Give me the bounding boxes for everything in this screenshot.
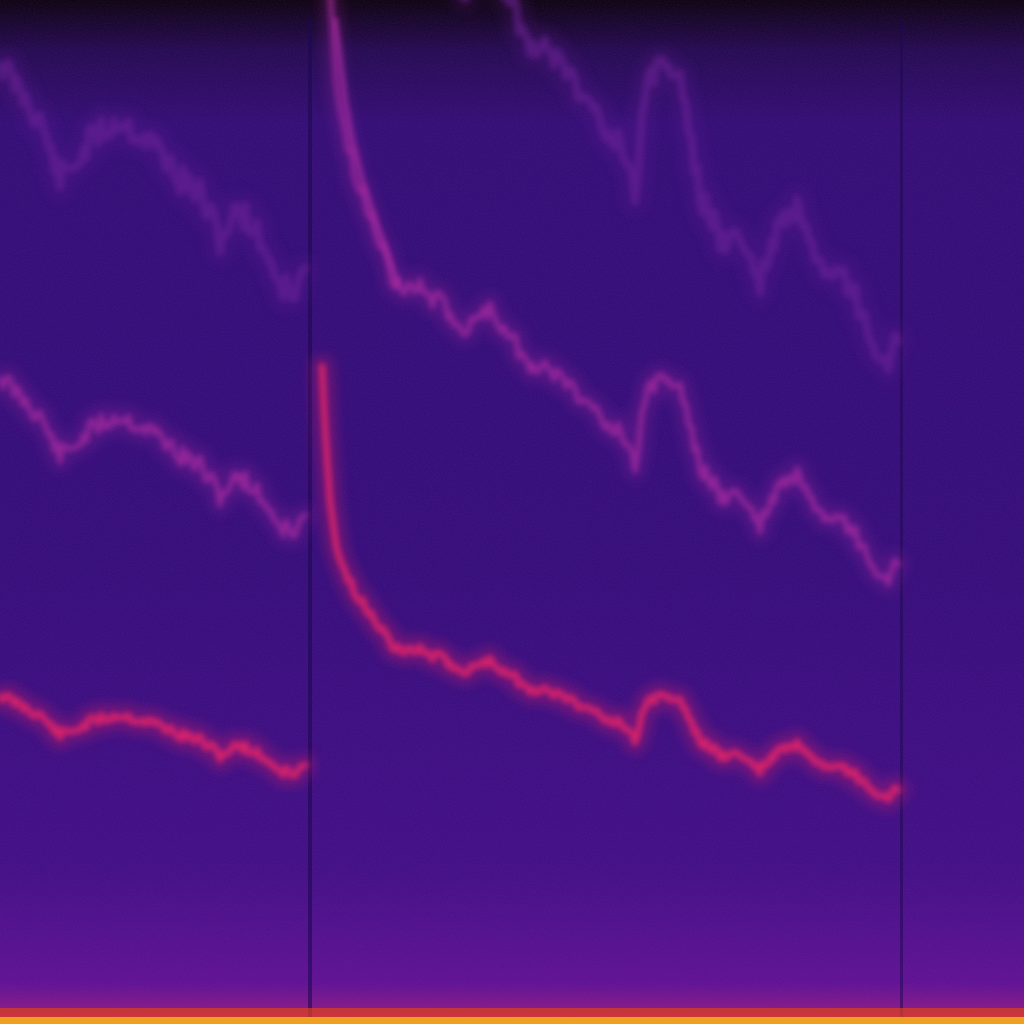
spectrogram-canvas xyxy=(0,0,1024,1024)
spectrogram-image xyxy=(0,0,1024,1024)
low-frequency-band-glow xyxy=(0,1008,1024,1018)
low-frequency-band xyxy=(0,1017,1024,1024)
segment-boundary-2 xyxy=(900,20,903,1020)
